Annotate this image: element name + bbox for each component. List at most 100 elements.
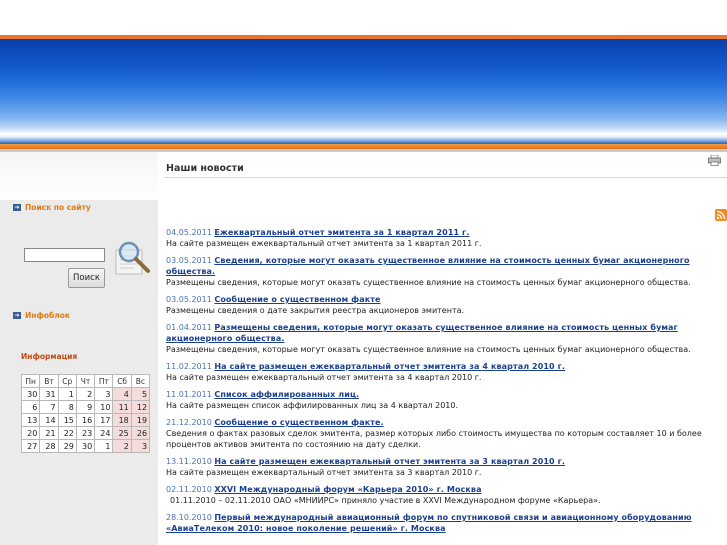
news-item: 11.02.2011 На сайте размещен ежекварталь… xyxy=(166,361,724,383)
news-date: 02.11.2010 xyxy=(166,485,212,494)
news-date: 04.05.2011 xyxy=(166,228,212,237)
calendar-day[interactable]: 1 xyxy=(57,387,77,401)
calendar-day[interactable]: 30 xyxy=(20,387,41,401)
calendar-weekday: Чт xyxy=(75,374,96,388)
page-title: Наши новости xyxy=(166,163,244,174)
news-link[interactable]: Размещены сведения, которые могут оказат… xyxy=(166,323,678,343)
calendar-weekday: Пн xyxy=(20,374,41,388)
calendar-day[interactable]: 16 xyxy=(75,413,96,427)
calendar-day[interactable]: 19 xyxy=(130,413,151,427)
calendar-day[interactable]: 25 xyxy=(112,426,132,440)
calendar-day[interactable]: 8 xyxy=(57,400,77,414)
calendar-day[interactable]: 7 xyxy=(39,400,59,414)
search-button[interactable]: Поиск xyxy=(68,268,105,288)
calendar-day[interactable]: 31 xyxy=(39,387,59,401)
news-description: На сайте размещен список аффилированных … xyxy=(166,401,459,410)
calendar-day[interactable]: 5 xyxy=(130,387,151,401)
search-section-title: ➔ Поиск по сайту xyxy=(13,203,91,212)
news-link[interactable]: Сообщение о существенном факте. xyxy=(214,418,383,427)
infoblock-section-title: ➔ Инфоблок xyxy=(13,311,70,320)
calendar-day[interactable]: 18 xyxy=(112,413,132,427)
calendar-weekday: Вс xyxy=(130,374,151,388)
calendar-weekday: Ср xyxy=(57,374,77,388)
news-item: 11.01.2011 Список аффилированных лиц. На… xyxy=(166,389,724,411)
calendar-day[interactable]: 9 xyxy=(75,400,96,414)
calendar-day[interactable]: 28 xyxy=(39,439,59,453)
news-description: Размещены сведения о дате закрытия реест… xyxy=(166,306,465,315)
news-link[interactable]: На сайте размещен ежеквартальный отчет э… xyxy=(214,362,565,371)
header-top xyxy=(0,0,727,35)
calendar-day[interactable]: 17 xyxy=(94,413,114,427)
calendar-day[interactable]: 6 xyxy=(20,400,41,414)
calendar-day[interactable]: 23 xyxy=(75,426,96,440)
calendar-day[interactable]: 12 xyxy=(130,400,151,414)
main-content: Наши новости 04.05.2011 Ежеквартальный о… xyxy=(158,152,727,545)
calendar-day[interactable]: 13 xyxy=(20,413,41,427)
calendar-day[interactable]: 10 xyxy=(94,400,114,414)
news-link[interactable]: Ежеквартальный отчет эмитента за 1 кварт… xyxy=(214,228,469,237)
news-description: Сведения о фактах разовых сделок эмитент… xyxy=(166,429,702,449)
news-description: На сайте размещен ежеквартальный отчет э… xyxy=(166,468,482,477)
calendar-day[interactable]: 11 xyxy=(112,400,132,414)
calendar-day[interactable]: 30 xyxy=(75,439,96,453)
calendar-week: 27 28 29 30 1 2 3 xyxy=(20,439,151,453)
calendar-week: 30 31 1 2 3 4 5 xyxy=(20,387,151,401)
news-link[interactable]: Сведения, которые могут оказать существе… xyxy=(166,256,690,276)
calendar: Пн Вт Ср Чт Пт Сб Вс 30 31 1 2 3 4 5 6 7… xyxy=(20,374,151,453)
news-description: На сайте размещен ежеквартальный отчет э… xyxy=(166,239,482,248)
calendar-day[interactable]: 22 xyxy=(57,426,77,440)
search-input[interactable] xyxy=(24,248,105,262)
news-item: 03.05.2011 Сообщение о существенном факт… xyxy=(166,294,724,316)
site-header xyxy=(0,0,727,152)
news-date: 28.10.2010 xyxy=(166,513,212,522)
calendar-day[interactable]: 27 xyxy=(20,439,41,453)
rss-icon[interactable] xyxy=(715,209,727,221)
calendar-day[interactable]: 24 xyxy=(94,426,114,440)
header-banner xyxy=(0,39,727,144)
news-description: Размещены сведения, которые могут оказат… xyxy=(166,278,691,287)
calendar-day[interactable]: 2 xyxy=(75,387,96,401)
news-description: Размещены сведения, которые могут оказат… xyxy=(166,345,691,354)
print-icon[interactable] xyxy=(708,155,721,166)
news-link[interactable]: XXVI Международный форум «Карьера 2010» … xyxy=(214,485,481,494)
news-item: 04.05.2011 Ежеквартальный отчет эмитента… xyxy=(166,227,724,249)
calendar-day[interactable]: 2 xyxy=(112,439,132,453)
calendar-day[interactable]: 21 xyxy=(39,426,59,440)
calendar-day[interactable]: 14 xyxy=(39,413,59,427)
infoblock-section-label: Инфоблок xyxy=(25,311,71,320)
calendar-week: 6 7 8 9 10 11 12 xyxy=(20,400,151,414)
news-item: 01.04.2011 Размещены сведения, которые м… xyxy=(166,322,724,355)
news-date: 11.02.2011 xyxy=(166,362,212,371)
news-link[interactable]: Сообщение о существенном факте xyxy=(214,295,380,304)
calendar-day[interactable]: 15 xyxy=(57,413,77,427)
info-title: Информация xyxy=(21,352,78,361)
news-item: 03.05.2011 Сведения, которые могут оказа… xyxy=(166,255,724,288)
arrow-right-icon: ➔ xyxy=(13,312,21,319)
calendar-week: 20 21 22 23 24 25 26 xyxy=(20,426,151,440)
calendar-day[interactable]: 3 xyxy=(130,439,151,453)
news-date: 03.05.2011 xyxy=(166,256,212,265)
sidebar-top-strip xyxy=(0,152,158,200)
news-description: На сайте размещен ежеквартальный отчет э… xyxy=(166,373,482,382)
calendar-header-row: Пн Вт Ср Чт Пт Сб Вс xyxy=(20,374,151,388)
calendar-weekday: Сб xyxy=(112,374,132,388)
calendar-day[interactable]: 1 xyxy=(94,439,114,453)
news-date: 21.12.2010 xyxy=(166,418,212,427)
news-link[interactable]: Список аффилированных лиц. xyxy=(214,390,359,399)
calendar-day[interactable]: 3 xyxy=(94,387,114,401)
calendar-day[interactable]: 4 xyxy=(112,387,132,401)
calendar-day[interactable]: 26 xyxy=(130,426,151,440)
calendar-day[interactable]: 20 xyxy=(20,426,41,440)
news-link[interactable]: Первый международный авиационный форум п… xyxy=(166,513,692,533)
title-divider xyxy=(164,177,727,178)
news-list: 04.05.2011 Ежеквартальный отчет эмитента… xyxy=(166,227,724,540)
news-item: 13.11.2010 На сайте размещен ежекварталь… xyxy=(166,456,724,478)
news-description: 01.11.2010 – 02.11.2010 ОАО «МНИИРС» при… xyxy=(170,496,601,505)
news-link[interactable]: На сайте размещен ежеквартальный отчет э… xyxy=(214,457,565,466)
news-item: 28.10.2010 Первый международный авиацион… xyxy=(166,512,724,534)
news-date: 03.05.2011 xyxy=(166,295,212,304)
news-item: 02.11.2010 XXVI Международный форум «Кар… xyxy=(166,484,724,506)
calendar-weekday: Вт xyxy=(39,374,59,388)
calendar-weekday: Пт xyxy=(94,374,114,388)
calendar-day[interactable]: 29 xyxy=(57,439,77,453)
